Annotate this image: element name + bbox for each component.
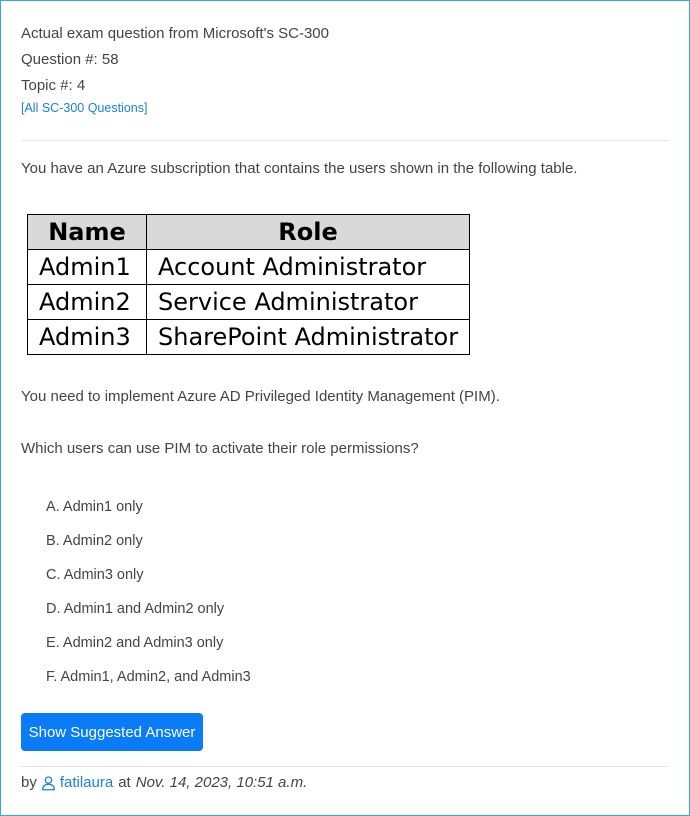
table-cell-name: Admin3 <box>27 319 147 355</box>
choice-d[interactable]: D. Admin1 and Admin2 only <box>46 596 251 630</box>
table-row: Admin2 Service Administrator <box>27 284 471 320</box>
at-label: at <box>118 774 131 791</box>
table-cell-role: SharePoint Administrator <box>145 319 471 355</box>
table-header-role: Role <box>145 214 471 250</box>
header-divider <box>21 140 669 141</box>
user-icon <box>41 775 55 790</box>
author-link[interactable]: fatilaura <box>41 774 113 791</box>
table-row: Admin3 SharePoint Administrator <box>27 319 471 355</box>
choice-f[interactable]: F. Admin1, Admin2, and Admin3 <box>46 664 251 698</box>
users-table: Name Role Admin1 Account Administrator A… <box>27 214 471 355</box>
table-header-row: Name Role <box>27 214 471 250</box>
question-requirement: You need to implement Azure AD Privilege… <box>21 388 500 405</box>
post-date: Nov. 14, 2023, 10:51 a.m. <box>135 774 308 791</box>
topic-number: Topic #: 4 <box>21 77 86 94</box>
question-header: Actual exam question from Microsoft's SC… <box>21 21 329 117</box>
choice-a[interactable]: A. Admin1 only <box>46 494 251 528</box>
show-suggested-answer-button[interactable]: Show Suggested Answer <box>21 713 203 751</box>
by-label: by <box>21 774 37 791</box>
question-intro: You have an Azure subscription that cont… <box>21 160 578 177</box>
all-questions-link[interactable]: [All SC-300 Questions] <box>21 101 147 115</box>
question-card: Actual exam question from Microsoft's SC… <box>0 0 690 816</box>
table-cell-name: Admin1 <box>27 249 147 285</box>
table-header-name: Name <box>27 214 147 250</box>
post-footer: by fatilaura at Nov. 14, 2023, 10:51 a.m… <box>21 774 307 791</box>
table-cell-name: Admin2 <box>27 284 147 320</box>
question-prompt: Which users can use PIM to activate thei… <box>21 440 419 457</box>
question-number: Question #: 58 <box>21 51 119 68</box>
choice-b[interactable]: B. Admin2 only <box>46 528 251 562</box>
table-row: Admin1 Account Administrator <box>27 249 471 285</box>
choice-e[interactable]: E. Admin2 and Admin3 only <box>46 630 251 664</box>
exam-title: Actual exam question from Microsoft's SC… <box>21 25 329 42</box>
answer-choices: A. Admin1 only B. Admin2 only C. Admin3 … <box>46 494 251 698</box>
table-cell-role: Service Administrator <box>145 284 471 320</box>
choice-c[interactable]: C. Admin3 only <box>46 562 251 596</box>
table-cell-role: Account Administrator <box>145 249 471 285</box>
author-username: fatilaura <box>59 774 114 791</box>
footer-divider <box>21 766 669 767</box>
